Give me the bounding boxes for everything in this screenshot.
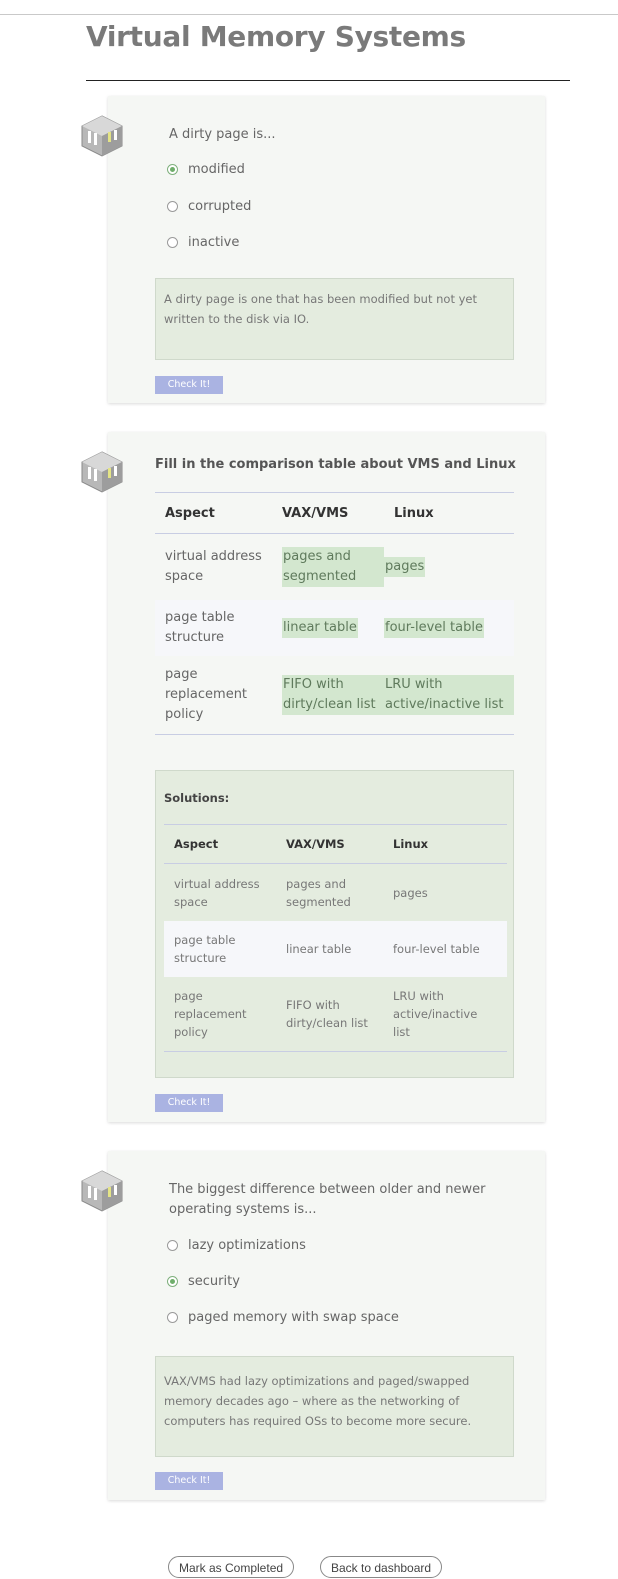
option-corrupted[interactable]: corrupted (167, 199, 251, 214)
aspect-cell: page table structure (155, 600, 272, 656)
table-row: virtual address space pages and segmente… (164, 864, 507, 922)
title-rule (86, 80, 570, 81)
aspect-cell: page table structure (164, 921, 276, 977)
quiz-cube-icon (81, 115, 123, 157)
feedback-box: A dirty page is one that has been modifi… (155, 278, 514, 360)
radio-button[interactable] (167, 1312, 178, 1323)
option-label: inactive (188, 235, 240, 250)
table-row: page replacement policy FIFO with dirty/… (155, 656, 514, 735)
question-text: A dirty page is... (169, 127, 276, 142)
radio-button[interactable] (167, 237, 178, 248)
answer-input[interactable]: pages and segmented (282, 547, 384, 587)
column-header: Linux (384, 492, 514, 534)
table-header-row: Aspect VAX/VMS Linux (155, 492, 514, 534)
answer-input[interactable]: FIFO with dirty/clean list (282, 675, 384, 715)
aspect-cell: virtual address space (165, 549, 262, 584)
solution-cell: linear table (276, 921, 383, 977)
quiz-card-dirty-page: A dirty page is... modified corrupted in… (81, 96, 545, 403)
aspect-cell: page replacement policy (155, 656, 272, 735)
column-header: Linux (383, 824, 507, 864)
solution-cell: LRU with active/inactive list (383, 977, 507, 1052)
radio-button[interactable] (167, 164, 178, 175)
answer-input[interactable]: four-level table (384, 618, 484, 638)
check-it-button[interactable]: Check It! (155, 376, 223, 394)
column-header: VAX/VMS (276, 824, 383, 864)
solution-cell: FIFO with dirty/clean list (276, 977, 383, 1052)
page-title: Virtual Memory Systems (86, 20, 466, 53)
option-label: lazy optimizations (188, 1238, 306, 1253)
table-row: virtual address space pages and segmente… (155, 534, 514, 601)
comparison-table: Aspect VAX/VMS Linux virtual address spa… (155, 492, 514, 735)
quiz-card-comparison-table: Fill in the comparison table about VMS a… (81, 432, 545, 1122)
check-it-button[interactable]: Check It! (155, 1094, 223, 1112)
option-label: corrupted (188, 199, 252, 214)
column-header: Aspect (164, 824, 276, 864)
solutions-table: Aspect VAX/VMS Linux virtual address spa… (164, 824, 507, 1052)
table-row: page replacement policy FIFO with dirty/… (164, 977, 507, 1052)
solution-cell: pages (393, 885, 428, 900)
solutions-label: Solutions: (164, 791, 230, 805)
answer-input[interactable]: pages (384, 557, 426, 577)
option-modified[interactable]: modified (167, 162, 245, 177)
top-divider (0, 14, 618, 15)
option-lazy-optimizations[interactable]: lazy optimizations (167, 1238, 306, 1253)
radio-button[interactable] (167, 1276, 178, 1287)
table-row: page table structure linear table four-l… (164, 921, 507, 977)
feedback-box: VAX/VMS had lazy optimizations and paged… (155, 1356, 514, 1457)
column-header: Aspect (155, 492, 272, 534)
quiz-cube-icon (81, 1170, 123, 1212)
mark-as-completed-button[interactable]: Mark as Completed (168, 1556, 295, 1578)
answer-input[interactable]: LRU with active/inactive list (384, 675, 514, 715)
table-row: page table structure linear table four-l… (155, 600, 514, 656)
option-label: security (188, 1274, 240, 1289)
option-inactive[interactable]: inactive (167, 235, 239, 250)
solutions-box: Solutions: Aspect VAX/VMS Linux virtual … (155, 770, 514, 1078)
aspect-cell: virtual address space (174, 876, 260, 909)
quiz-card-os-difference: The biggest difference between older and… (81, 1151, 545, 1500)
option-security[interactable]: security (167, 1274, 240, 1289)
aspect-cell: page replacement policy (164, 977, 276, 1052)
option-label: paged memory with swap space (188, 1310, 399, 1325)
table-header-row: Aspect VAX/VMS Linux (164, 824, 507, 864)
solution-cell: pages and segmented (286, 876, 351, 909)
question-title: Fill in the comparison table about VMS a… (155, 457, 516, 472)
check-it-button[interactable]: Check It! (155, 1472, 223, 1490)
column-header: VAX/VMS (272, 492, 384, 534)
quiz-cube-icon (81, 451, 123, 493)
solution-cell: four-level table (383, 921, 507, 977)
option-paged-memory[interactable]: paged memory with swap space (167, 1310, 399, 1325)
answer-input[interactable]: linear table (282, 618, 358, 638)
back-to-dashboard-button[interactable]: Back to dashboard (320, 1556, 443, 1578)
radio-button[interactable] (167, 1240, 178, 1251)
option-label: modified (188, 162, 245, 177)
radio-button[interactable] (167, 201, 178, 212)
question-text: The biggest difference between older and… (169, 1182, 486, 1217)
